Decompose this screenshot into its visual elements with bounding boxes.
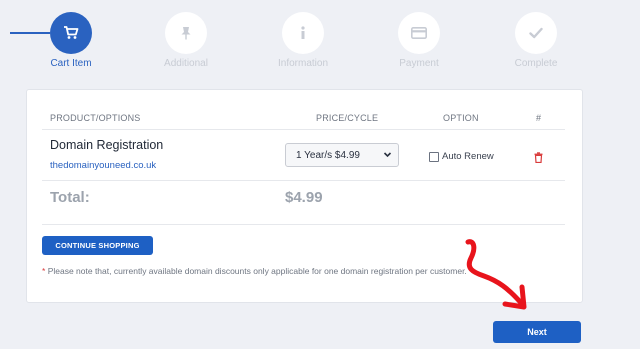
step-label: Information: [277, 58, 329, 69]
step-complete[interactable]: Complete: [496, 12, 576, 69]
auto-renew-option[interactable]: Auto Renew: [429, 151, 494, 162]
step-label: Payment: [399, 58, 439, 69]
billing-cycle-select[interactable]: 1 Year/s $4.99: [285, 143, 399, 167]
step-label: Cart Item: [50, 58, 92, 69]
step-cart-circle: [50, 12, 92, 54]
header-index: #: [536, 113, 542, 123]
total-label: Total:: [50, 189, 90, 206]
note-marker: *: [42, 266, 46, 276]
header-divider: [42, 129, 565, 130]
total-divider: [42, 224, 565, 225]
header-price: PRICE/CYCLE: [316, 113, 379, 123]
step-additional[interactable]: Additional: [146, 12, 226, 69]
step-payment[interactable]: Payment: [379, 12, 459, 69]
total-value: $4.99: [285, 189, 323, 206]
auto-renew-label: Auto Renew: [442, 151, 494, 162]
checkout-stepper: Cart Item Additional Information Payment: [0, 0, 640, 80]
step-complete-circle: [515, 12, 557, 54]
trash-icon[interactable]: [534, 152, 543, 163]
domain-link[interactable]: thedomainyouneed.co.uk: [50, 160, 156, 171]
step-payment-circle: [398, 12, 440, 54]
info-icon: [301, 26, 305, 39]
step-cart-item[interactable]: Cart Item: [31, 12, 111, 69]
chevron-down-icon: [383, 152, 392, 158]
billing-cycle-value: 1 Year/s $4.99: [296, 150, 360, 161]
discount-note: * Please note that, currently available …: [42, 266, 467, 276]
continue-shopping-button[interactable]: CONTINUE SHOPPING: [42, 236, 153, 255]
header-option: OPTION: [443, 113, 479, 123]
credit-card-icon: [411, 27, 427, 39]
next-button[interactable]: Next: [493, 321, 581, 343]
header-product: PRODUCT/OPTIONS: [50, 113, 141, 123]
step-information[interactable]: Information: [263, 12, 343, 69]
annotation-arrow-icon: [465, 239, 527, 310]
step-information-circle: [282, 12, 324, 54]
product-name: Domain Registration: [50, 138, 164, 152]
step-label: Complete: [514, 58, 558, 69]
step-label: Additional: [164, 58, 208, 69]
row-divider: [42, 180, 565, 181]
step-additional-circle: [165, 12, 207, 54]
note-text: Please note that, currently available do…: [47, 266, 467, 276]
cart-icon: [64, 26, 79, 39]
check-icon: [529, 27, 543, 39]
auto-renew-checkbox[interactable]: [429, 151, 439, 162]
pin-icon: [181, 27, 191, 40]
